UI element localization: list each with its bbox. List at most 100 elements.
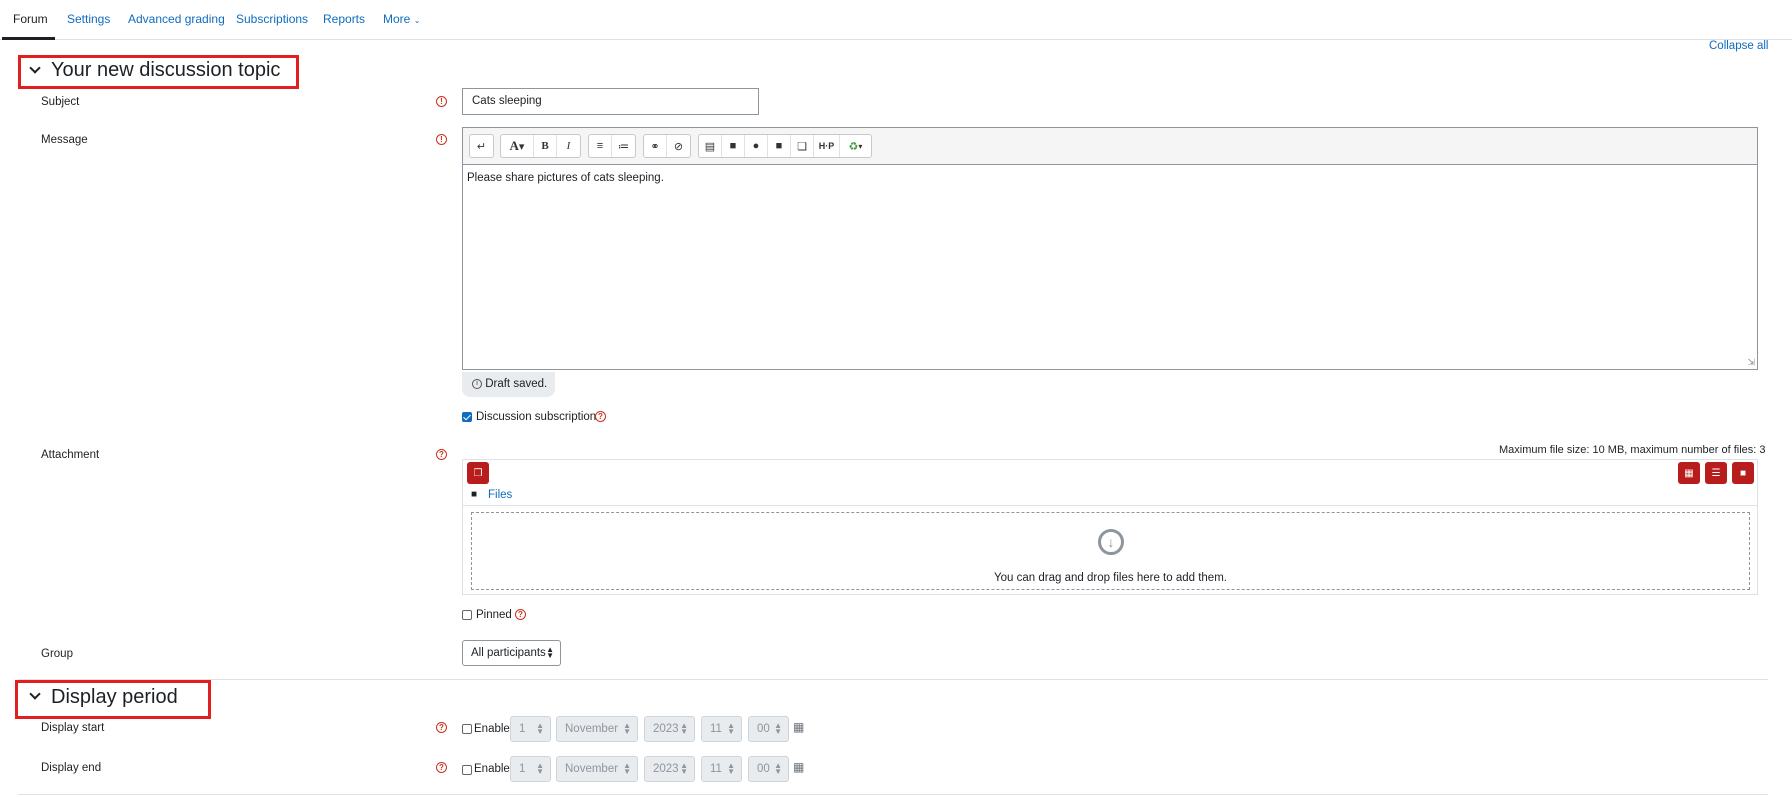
tab-settings[interactable]: Settings — [67, 12, 110, 26]
help-icon[interactable]: ? — [436, 722, 447, 733]
folder-icon: ■ — [471, 489, 478, 500]
bold-icon[interactable]: B — [534, 135, 557, 157]
display-end-enable-checkbox[interactable] — [462, 765, 472, 775]
month-value: November — [565, 723, 619, 735]
help-icon[interactable]: ? — [595, 411, 606, 422]
group-label: Group — [41, 648, 73, 660]
media-icon[interactable]: ■ — [722, 135, 745, 157]
toolbar-group: ≡ ≔ — [588, 134, 636, 158]
help-icon[interactable]: ? — [436, 449, 447, 460]
ordered-list-icon[interactable]: ≔ — [612, 135, 635, 157]
enable-label: Enable — [474, 723, 510, 735]
message-label: Message — [41, 134, 88, 146]
section-divider — [18, 794, 1768, 795]
group-select-value: All participants — [471, 647, 546, 659]
tab-more-label: More — [383, 12, 411, 26]
display-start-minute-select[interactable]: 00 ▲ ▼ — [748, 716, 789, 742]
select-arrows-icon: ▲ ▼ — [727, 761, 735, 776]
section-divider — [18, 679, 1768, 680]
tab-forum[interactable]: Forum — [13, 12, 48, 26]
display-end-month-select[interactable]: November ▲ ▼ — [556, 756, 638, 782]
add-file-icon[interactable]: ❐ — [467, 462, 489, 484]
discussion-subscription-label: Discussion subscription — [476, 411, 597, 423]
message-editor[interactable]: ↵ A ▾ B I ≡ ≔ ⚭ ⊘ ▤ ■ ● ■ ❏ H·P ♻ ▾ Please… — [462, 127, 1758, 370]
toolbar-group: ↵ — [469, 134, 494, 158]
year-value: 2023 — [653, 723, 679, 735]
select-arrows-icon: ▲ ▼ — [536, 761, 544, 776]
tab-reports[interactable]: Reports — [323, 12, 365, 26]
unordered-list-icon[interactable]: ≡ — [589, 135, 612, 157]
minute-value: 00 — [757, 763, 770, 775]
calendar-icon[interactable]: ▦ — [793, 760, 804, 774]
display-end-day-select[interactable]: 1 ▲ ▼ — [510, 756, 551, 782]
editor-toolbar: ↵ A ▾ B I ≡ ≔ ⚭ ⊘ ▤ ■ ● ■ ❏ H·P ♻ ▾ — [463, 128, 1757, 165]
tab-more[interactable]: More ⌄ — [383, 12, 420, 26]
day-value: 1 — [519, 723, 526, 735]
unlink-icon[interactable]: ⊘ — [667, 135, 690, 157]
select-arrows-icon: ▲ ▼ — [774, 721, 782, 736]
attachment-limits: Maximum file size: 10 MB, maximum number… — [1499, 444, 1766, 456]
divider — [463, 505, 1757, 506]
display-start-day-select[interactable]: 1 ▲ ▼ — [510, 716, 551, 742]
italic-icon[interactable]: I — [557, 135, 580, 157]
display-start-year-select[interactable]: 2023 ▲ ▼ — [644, 716, 695, 742]
active-tab-indicator — [2, 37, 55, 40]
collapse-icon[interactable]: ↵ — [470, 135, 493, 157]
recycle-icon[interactable]: ♻ ▾ — [840, 135, 871, 157]
calendar-icon[interactable]: ▦ — [793, 720, 804, 734]
file-dropzone[interactable]: ↓ You can drag and drop files here to ad… — [471, 512, 1750, 590]
pinned-label: Pinned — [476, 609, 512, 621]
resize-handle-icon[interactable]: ⇲ — [1747, 357, 1755, 368]
month-value: November — [565, 763, 619, 775]
discussion-subscription-checkbox[interactable] — [462, 412, 472, 422]
select-arrows-icon: ▲ ▼ — [680, 761, 688, 776]
section-title-display-period[interactable]: Display period — [51, 686, 178, 709]
draft-status-text: Draft saved. — [485, 378, 548, 390]
select-arrows-icon: ▲ ▼ — [546, 645, 554, 660]
tab-advanced-grading[interactable]: Advanced grading — [128, 12, 225, 26]
select-arrows-icon: ▲ ▼ — [623, 761, 631, 776]
h5p-icon[interactable]: H·P — [814, 135, 840, 157]
display-start-label: Display start — [41, 722, 105, 734]
files-breadcrumb[interactable]: Files — [488, 489, 512, 501]
display-start-month-select[interactable]: November ▲ ▼ — [556, 716, 638, 742]
display-start-enable-checkbox[interactable] — [462, 724, 472, 734]
hour-value: 11 — [710, 723, 722, 735]
dropzone-text: You can drag and drop files here to add … — [994, 572, 1227, 584]
help-icon[interactable]: ? — [515, 609, 526, 620]
display-end-minute-select[interactable]: 00 ▲ ▼ — [748, 756, 789, 782]
help-icon[interactable]: ? — [436, 762, 447, 773]
image-icon[interactable]: ▤ — [699, 135, 722, 157]
tab-subscriptions[interactable]: Subscriptions — [236, 12, 308, 26]
grid-view-icon[interactable]: ▦ — [1678, 462, 1700, 484]
display-end-hour-select[interactable]: 11 ▲ ▼ — [701, 756, 742, 782]
record-audio-icon[interactable]: ● — [745, 135, 768, 157]
text-style-icon[interactable]: A ▾ — [501, 135, 534, 157]
message-text[interactable]: Please share pictures of cats sleeping. — [467, 172, 664, 184]
select-arrows-icon: ▲ ▼ — [774, 761, 782, 776]
select-arrows-icon: ▲ ▼ — [623, 721, 631, 736]
display-end-year-select[interactable]: 2023 ▲ ▼ — [644, 756, 695, 782]
list-view-icon[interactable]: ☰ — [1705, 462, 1727, 484]
secondary-navigation: Forum Settings Advanced grading Subscrip… — [0, 0, 1792, 40]
subject-input[interactable]: Cats sleeping — [462, 88, 759, 115]
attachment-label: Attachment — [41, 449, 100, 461]
day-value: 1 — [519, 763, 526, 775]
record-video-icon[interactable]: ■ — [768, 135, 791, 157]
required-icon: ! — [436, 96, 447, 107]
select-arrows-icon: ▲ ▼ — [536, 721, 544, 736]
info-icon: i — [472, 378, 482, 389]
required-icon: ! — [436, 134, 447, 145]
collapse-all-link[interactable]: Collapse all — [1709, 40, 1768, 52]
year-value: 2023 — [653, 763, 679, 775]
group-select[interactable]: All participants ▲ ▼ — [462, 640, 561, 666]
manage-files-icon[interactable]: ❏ — [791, 135, 814, 157]
filepicker: ❐ ▦ ☰ ■ ■ Files ↓ You can drag and drop … — [462, 459, 1758, 595]
folder-view-icon[interactable]: ■ — [1732, 462, 1754, 484]
pinned-checkbox[interactable] — [462, 610, 472, 620]
hour-value: 11 — [710, 763, 722, 775]
display-start-hour-select[interactable]: 11 ▲ ▼ — [701, 716, 742, 742]
link-icon[interactable]: ⚭ — [644, 135, 667, 157]
section-title-new-discussion[interactable]: Your new discussion topic — [51, 59, 280, 82]
select-arrows-icon: ▲ ▼ — [727, 721, 735, 736]
